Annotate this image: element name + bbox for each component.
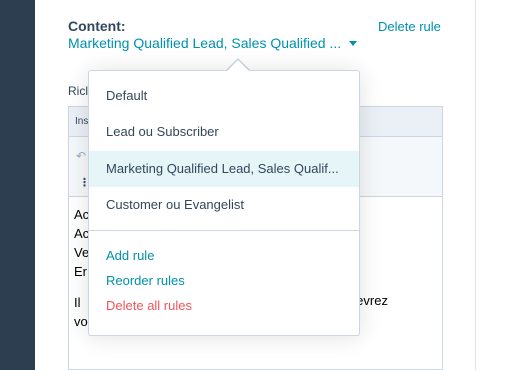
rule-selector[interactable]: Marketing Qualified Lead, Sales Qualifie… bbox=[68, 35, 358, 51]
reorder-rules-link[interactable]: Reorder rules bbox=[106, 273, 185, 288]
editor-header-label: Ins bbox=[75, 116, 89, 127]
add-rule-link[interactable]: Add rule bbox=[106, 248, 154, 263]
dropdown-option-mql-sql[interactable]: Marketing Qualified Lead, Sales Qualif..… bbox=[89, 151, 359, 187]
delete-rule-link[interactable]: Delete rule bbox=[378, 19, 441, 34]
left-nav-rail bbox=[0, 0, 35, 370]
undo-icon[interactable]: ↶ bbox=[76, 149, 86, 163]
dropdown-option-lead-subscriber[interactable]: Lead ou Subscriber bbox=[89, 114, 359, 150]
dropdown-option-customer-evangelist[interactable]: Customer ou Evangelist bbox=[89, 187, 359, 223]
dropdown-pointer-fill bbox=[227, 60, 249, 71]
delete-all-rules-link[interactable]: Delete all rules bbox=[106, 298, 192, 313]
content-label: Content: bbox=[68, 18, 126, 34]
right-divider bbox=[475, 0, 476, 370]
dropdown-option-default[interactable]: Default bbox=[89, 78, 359, 114]
rich-text-label: Ricl bbox=[68, 84, 88, 98]
dropdown-divider bbox=[89, 230, 359, 231]
caret-down-icon bbox=[349, 41, 358, 46]
rules-dropdown-menu: Default Lead ou Subscriber Marketing Qua… bbox=[88, 70, 360, 336]
rule-selector-value: Marketing Qualified Lead, Sales Qualifie… bbox=[68, 35, 342, 51]
